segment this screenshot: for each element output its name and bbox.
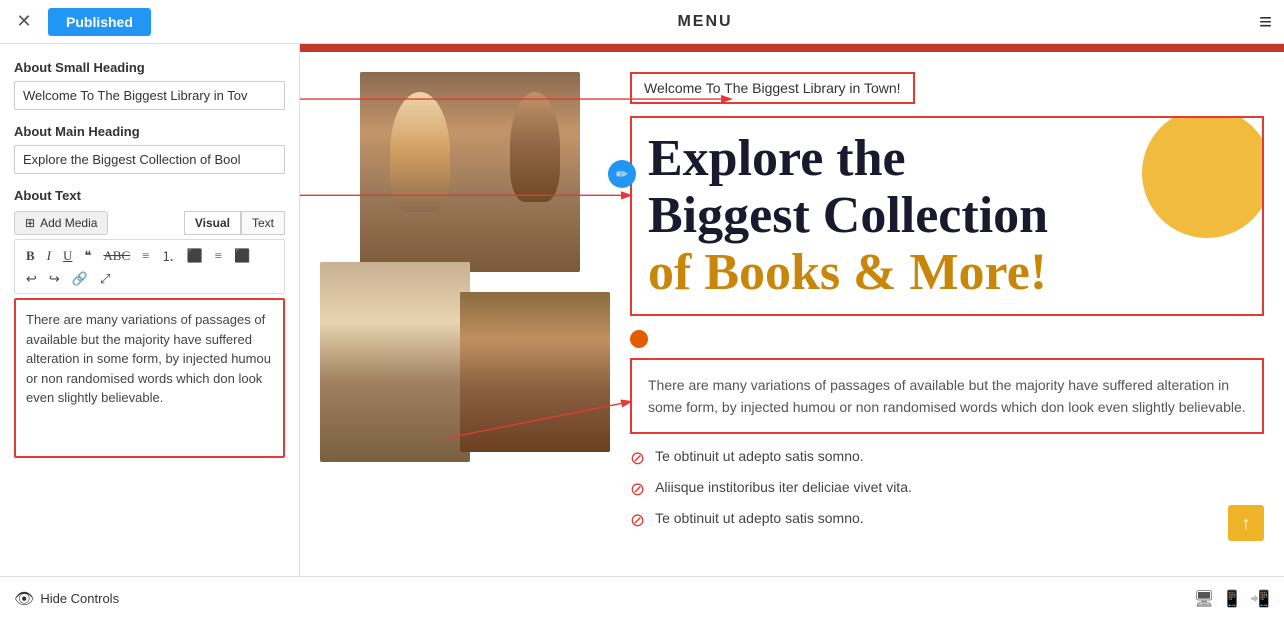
text-tab[interactable]: Text <box>241 211 285 235</box>
about-text-label: About Text <box>14 188 285 203</box>
bullet-item-1: ⊘ Te obtinuit ut adepto satis somno. <box>630 448 1264 469</box>
image-bottom-left <box>320 262 470 462</box>
heading-line1: Explore the <box>648 130 906 187</box>
bullet-list: ⊘ Te obtinuit ut adepto satis somno. ⊘ A… <box>630 448 1264 531</box>
right-panel: ✏ Welcome To The Biggest Library in Town… <box>300 44 1284 576</box>
top-bar: ✕ Published MENU ≡ <box>0 0 1284 44</box>
format-toolbar: B I U ❝ ABC ≡ ⒈ ⬛ ≡ ⬛ ↩ ↪ 🔗 ⤢ <box>14 239 285 294</box>
bullet-text-3: Te obtinuit ut adepto satis somno. <box>655 510 864 526</box>
italic-button[interactable]: I <box>42 246 56 266</box>
redo-button[interactable]: ↪ <box>44 269 65 289</box>
align-left-button[interactable]: ⬛ <box>182 246 208 266</box>
ordered-list-button[interactable]: ⒈ <box>156 244 179 267</box>
small-heading-input[interactable] <box>14 81 285 110</box>
tablet-icon[interactable]: 📱 <box>1222 589 1242 609</box>
image-top <box>360 72 580 272</box>
menu-label: MENU <box>677 13 732 31</box>
top-stripe <box>300 44 1284 52</box>
hide-controls-label: Hide Controls <box>40 591 119 606</box>
desktop-icon[interactable]: 🖥 <box>1194 589 1214 609</box>
image-bottom-right <box>460 292 610 452</box>
add-media-label: Add Media <box>40 216 97 230</box>
align-center-button[interactable]: ≡ <box>210 246 227 266</box>
visual-tab[interactable]: Visual <box>184 211 241 235</box>
bottom-controls-bar: 👁 Hide Controls 🖥 📱 📲 <box>0 576 1284 620</box>
body-text-editor[interactable]: There are many variations of passages of… <box>14 298 285 458</box>
content-area: ✏ Welcome To The Biggest Library in Town… <box>300 52 1284 561</box>
body-text-display: There are many variations of passages of… <box>630 358 1264 435</box>
small-heading-display: Welcome To The Biggest Library in Town! <box>630 72 915 104</box>
bullet-item-2: ⊘ Aliisque institoribus iter deliciae vi… <box>630 479 1264 500</box>
bullet-item-3: ⊘ Te obtinuit ut adepto satis somno. <box>630 510 1264 531</box>
close-button[interactable]: ✕ <box>12 10 36 34</box>
unordered-list-button[interactable]: ≡ <box>137 246 154 266</box>
main-heading-label: About Main Heading <box>14 124 285 139</box>
orange-dot-decoration <box>630 330 648 348</box>
image-collage <box>320 72 610 472</box>
strikethrough-button[interactable]: ABC <box>98 246 135 266</box>
left-panel: About Small Heading About Main Heading A… <box>0 44 300 576</box>
bullet-text-2: Aliisque institoribus iter deliciae vive… <box>655 479 912 495</box>
link-button[interactable]: 🔗 <box>67 269 93 289</box>
add-media-button[interactable]: ⊞ Add Media <box>14 211 108 235</box>
fullscreen-button[interactable]: ⤢ <box>95 269 115 289</box>
editor-toolbar-row: ⊞ Add Media Visual Text <box>14 211 285 235</box>
edit-pencil-icon[interactable]: ✏ <box>608 160 636 188</box>
main-heading-text: Explore the Biggest Collection of Books … <box>648 130 1246 302</box>
yellow-scroll-button[interactable]: ↑ <box>1228 505 1264 541</box>
main-heading-display: Explore the Biggest Collection of Books … <box>630 116 1264 316</box>
device-icons: 🖥 📱 📲 <box>1194 589 1270 609</box>
add-media-icon: ⊞ <box>25 216 35 230</box>
undo-button[interactable]: ↩ <box>21 269 42 289</box>
heading-line2: Biggest Collection <box>648 187 1048 244</box>
blockquote-button[interactable]: ❝ <box>79 246 96 266</box>
main-layout: About Small Heading About Main Heading A… <box>0 44 1284 576</box>
check-icon-1: ⊘ <box>630 448 645 469</box>
visual-text-tabs: Visual Text <box>184 211 285 235</box>
check-icon-3: ⊘ <box>630 510 645 531</box>
bold-button[interactable]: B <box>21 246 40 266</box>
bullet-text-1: Te obtinuit ut adepto satis somno. <box>655 448 864 464</box>
heading-line3: of Books & More! <box>648 244 1047 301</box>
top-bar-left: ✕ Published <box>12 8 151 36</box>
small-heading-label: About Small Heading <box>14 60 285 75</box>
underline-button[interactable]: U <box>58 246 77 266</box>
check-icon-2: ⊘ <box>630 479 645 500</box>
hide-controls-button[interactable]: 👁 Hide Controls <box>14 589 119 609</box>
main-heading-input[interactable] <box>14 145 285 174</box>
text-content: Welcome To The Biggest Library in Town! … <box>630 72 1264 541</box>
mobile-icon[interactable]: 📲 <box>1250 589 1270 609</box>
align-right-button[interactable]: ⬛ <box>229 246 255 266</box>
eye-icon: 👁 <box>14 589 34 609</box>
published-button[interactable]: Published <box>48 8 151 36</box>
hamburger-icon[interactable]: ≡ <box>1259 9 1272 35</box>
